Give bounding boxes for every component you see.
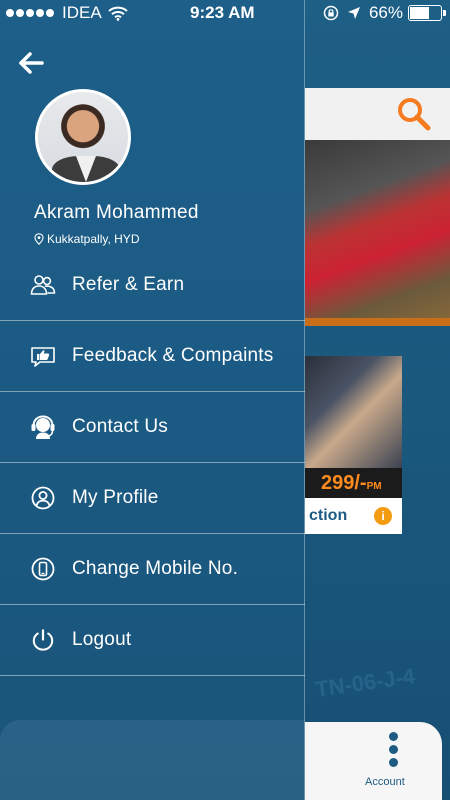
menu-item-label: Contact Us (72, 416, 168, 437)
thumbs-up-chat-icon (30, 343, 56, 369)
location-arrow-icon (347, 7, 360, 19)
user-location-text: Kukkatpally, HYD (47, 232, 140, 246)
menu-item-label: Change Mobile No. (72, 558, 239, 579)
background-service-card[interactable]: 299/-PM ction i (305, 356, 402, 534)
location-pin-icon (34, 233, 44, 245)
status-time: 9:23 AM (190, 3, 255, 22)
menu-item-label: Feedback & Compaints (72, 345, 274, 366)
background-banner-image (305, 140, 450, 326)
people-icon (30, 272, 56, 298)
back-arrow-icon[interactable] (16, 48, 46, 78)
info-icon[interactable]: i (374, 507, 392, 525)
mobile-icon (30, 556, 56, 582)
menu-item-label: Logout (72, 629, 132, 650)
menu-item-logout[interactable]: Logout (0, 605, 305, 676)
headset-icon (30, 414, 56, 440)
search-icon[interactable] (396, 96, 432, 132)
rotation-lock-icon (323, 5, 339, 21)
status-bar: IDEA 9:23 AM 66% (0, 0, 450, 26)
signal-strength-icon (6, 9, 56, 17)
drawer-menu: Refer & Earn Feedback & Compaints Contac… (0, 250, 305, 676)
battery-icon (408, 5, 446, 21)
more-vertical-icon (389, 732, 399, 771)
power-icon (30, 627, 56, 653)
menu-item-my-profile[interactable]: My Profile (0, 463, 305, 534)
service-card-image (305, 356, 402, 468)
menu-item-label: My Profile (72, 487, 159, 508)
menu-item-refer-earn[interactable]: Refer & Earn (0, 250, 305, 321)
avatar[interactable] (35, 89, 131, 185)
user-location: Kukkatpally, HYD (34, 232, 139, 246)
account-tab[interactable]: Account (305, 722, 442, 800)
user-circle-icon (30, 485, 56, 511)
background-search-bar[interactable] (305, 88, 450, 140)
service-cta[interactable]: ction i (305, 498, 402, 534)
service-price: 299/-PM (305, 468, 402, 498)
menu-item-feedback[interactable]: Feedback & Compaints (0, 321, 305, 392)
menu-item-label: Refer & Earn (72, 274, 185, 295)
wifi-icon (108, 6, 128, 21)
navigation-drawer: Akram Mohammed Kukkatpally, HYD Refer & … (0, 0, 305, 800)
menu-item-contact-us[interactable]: Contact Us (0, 392, 305, 463)
carrier-name: IDEA (62, 3, 102, 22)
battery-percent: 66% (368, 3, 403, 22)
account-tab-label: Account (365, 776, 405, 788)
user-name: Akram Mohammed (34, 202, 199, 223)
menu-item-change-mobile[interactable]: Change Mobile No. (0, 534, 305, 605)
background-plate-text: TN-06-J-4 (313, 663, 417, 702)
